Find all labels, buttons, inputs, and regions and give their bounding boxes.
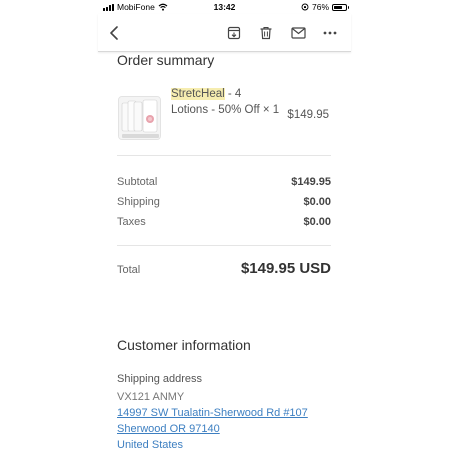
archive-download-icon [227, 26, 241, 40]
shipping-value: $0.00 [303, 196, 331, 208]
back-button[interactable] [104, 23, 124, 43]
shipping-address-label: Shipping address [117, 373, 203, 385]
subtotal-row: Subtotal $149.95 [117, 176, 331, 188]
divider [117, 245, 331, 246]
more-horizontal-icon [323, 31, 337, 35]
delete-button[interactable] [256, 23, 276, 43]
total-value: $149.95 USD [240, 260, 331, 277]
customer-info-title: Customer information [117, 337, 251, 353]
battery-icon [332, 3, 349, 11]
status-bar: MobiFone 13:42 76% [0, 0, 449, 14]
clock: 13:42 [213, 2, 236, 12]
taxes-row: Taxes $0.00 [117, 216, 331, 228]
address-line-1-link[interactable]: 14997 SW Tualatin-Sherwood Rd #107 [117, 407, 308, 419]
more-button[interactable] [320, 23, 340, 43]
divider [117, 155, 331, 156]
battery-percent: 76% [311, 2, 329, 12]
subtotal-value: $149.95 [291, 176, 331, 188]
product-name-highlight: StretcHeal [171, 88, 225, 100]
product-price: $149.95 [287, 109, 329, 121]
address-line-3-link[interactable]: United States [117, 439, 183, 449]
customer-name: VX121 ANMY [117, 391, 185, 403]
total-label: Total [117, 264, 141, 276]
subtotal-label: Subtotal [117, 176, 158, 188]
trash-icon [260, 27, 272, 40]
taxes-label: Taxes [117, 216, 146, 228]
chevron-left-icon [110, 26, 118, 40]
status-right: 76% [301, 2, 349, 12]
archive-button[interactable] [224, 23, 244, 43]
email-toolbar [98, 14, 351, 52]
taxes-value: $0.00 [303, 216, 331, 228]
shipping-row: Shipping $0.00 [117, 196, 331, 208]
orientation-lock-icon [301, 3, 309, 11]
address-line-2-link[interactable]: Sherwood OR 97140 [117, 423, 220, 435]
mail-icon [290, 27, 306, 39]
order-summary-title: Order summary [117, 52, 215, 68]
mail-button[interactable] [288, 23, 308, 43]
product-image[interactable] [118, 96, 161, 140]
shipping-label: Shipping [117, 196, 160, 208]
lotion-bottles-image [119, 97, 160, 139]
product-name: StretcHeal - 4 Lotions - 50% Off × 1 [171, 86, 281, 118]
